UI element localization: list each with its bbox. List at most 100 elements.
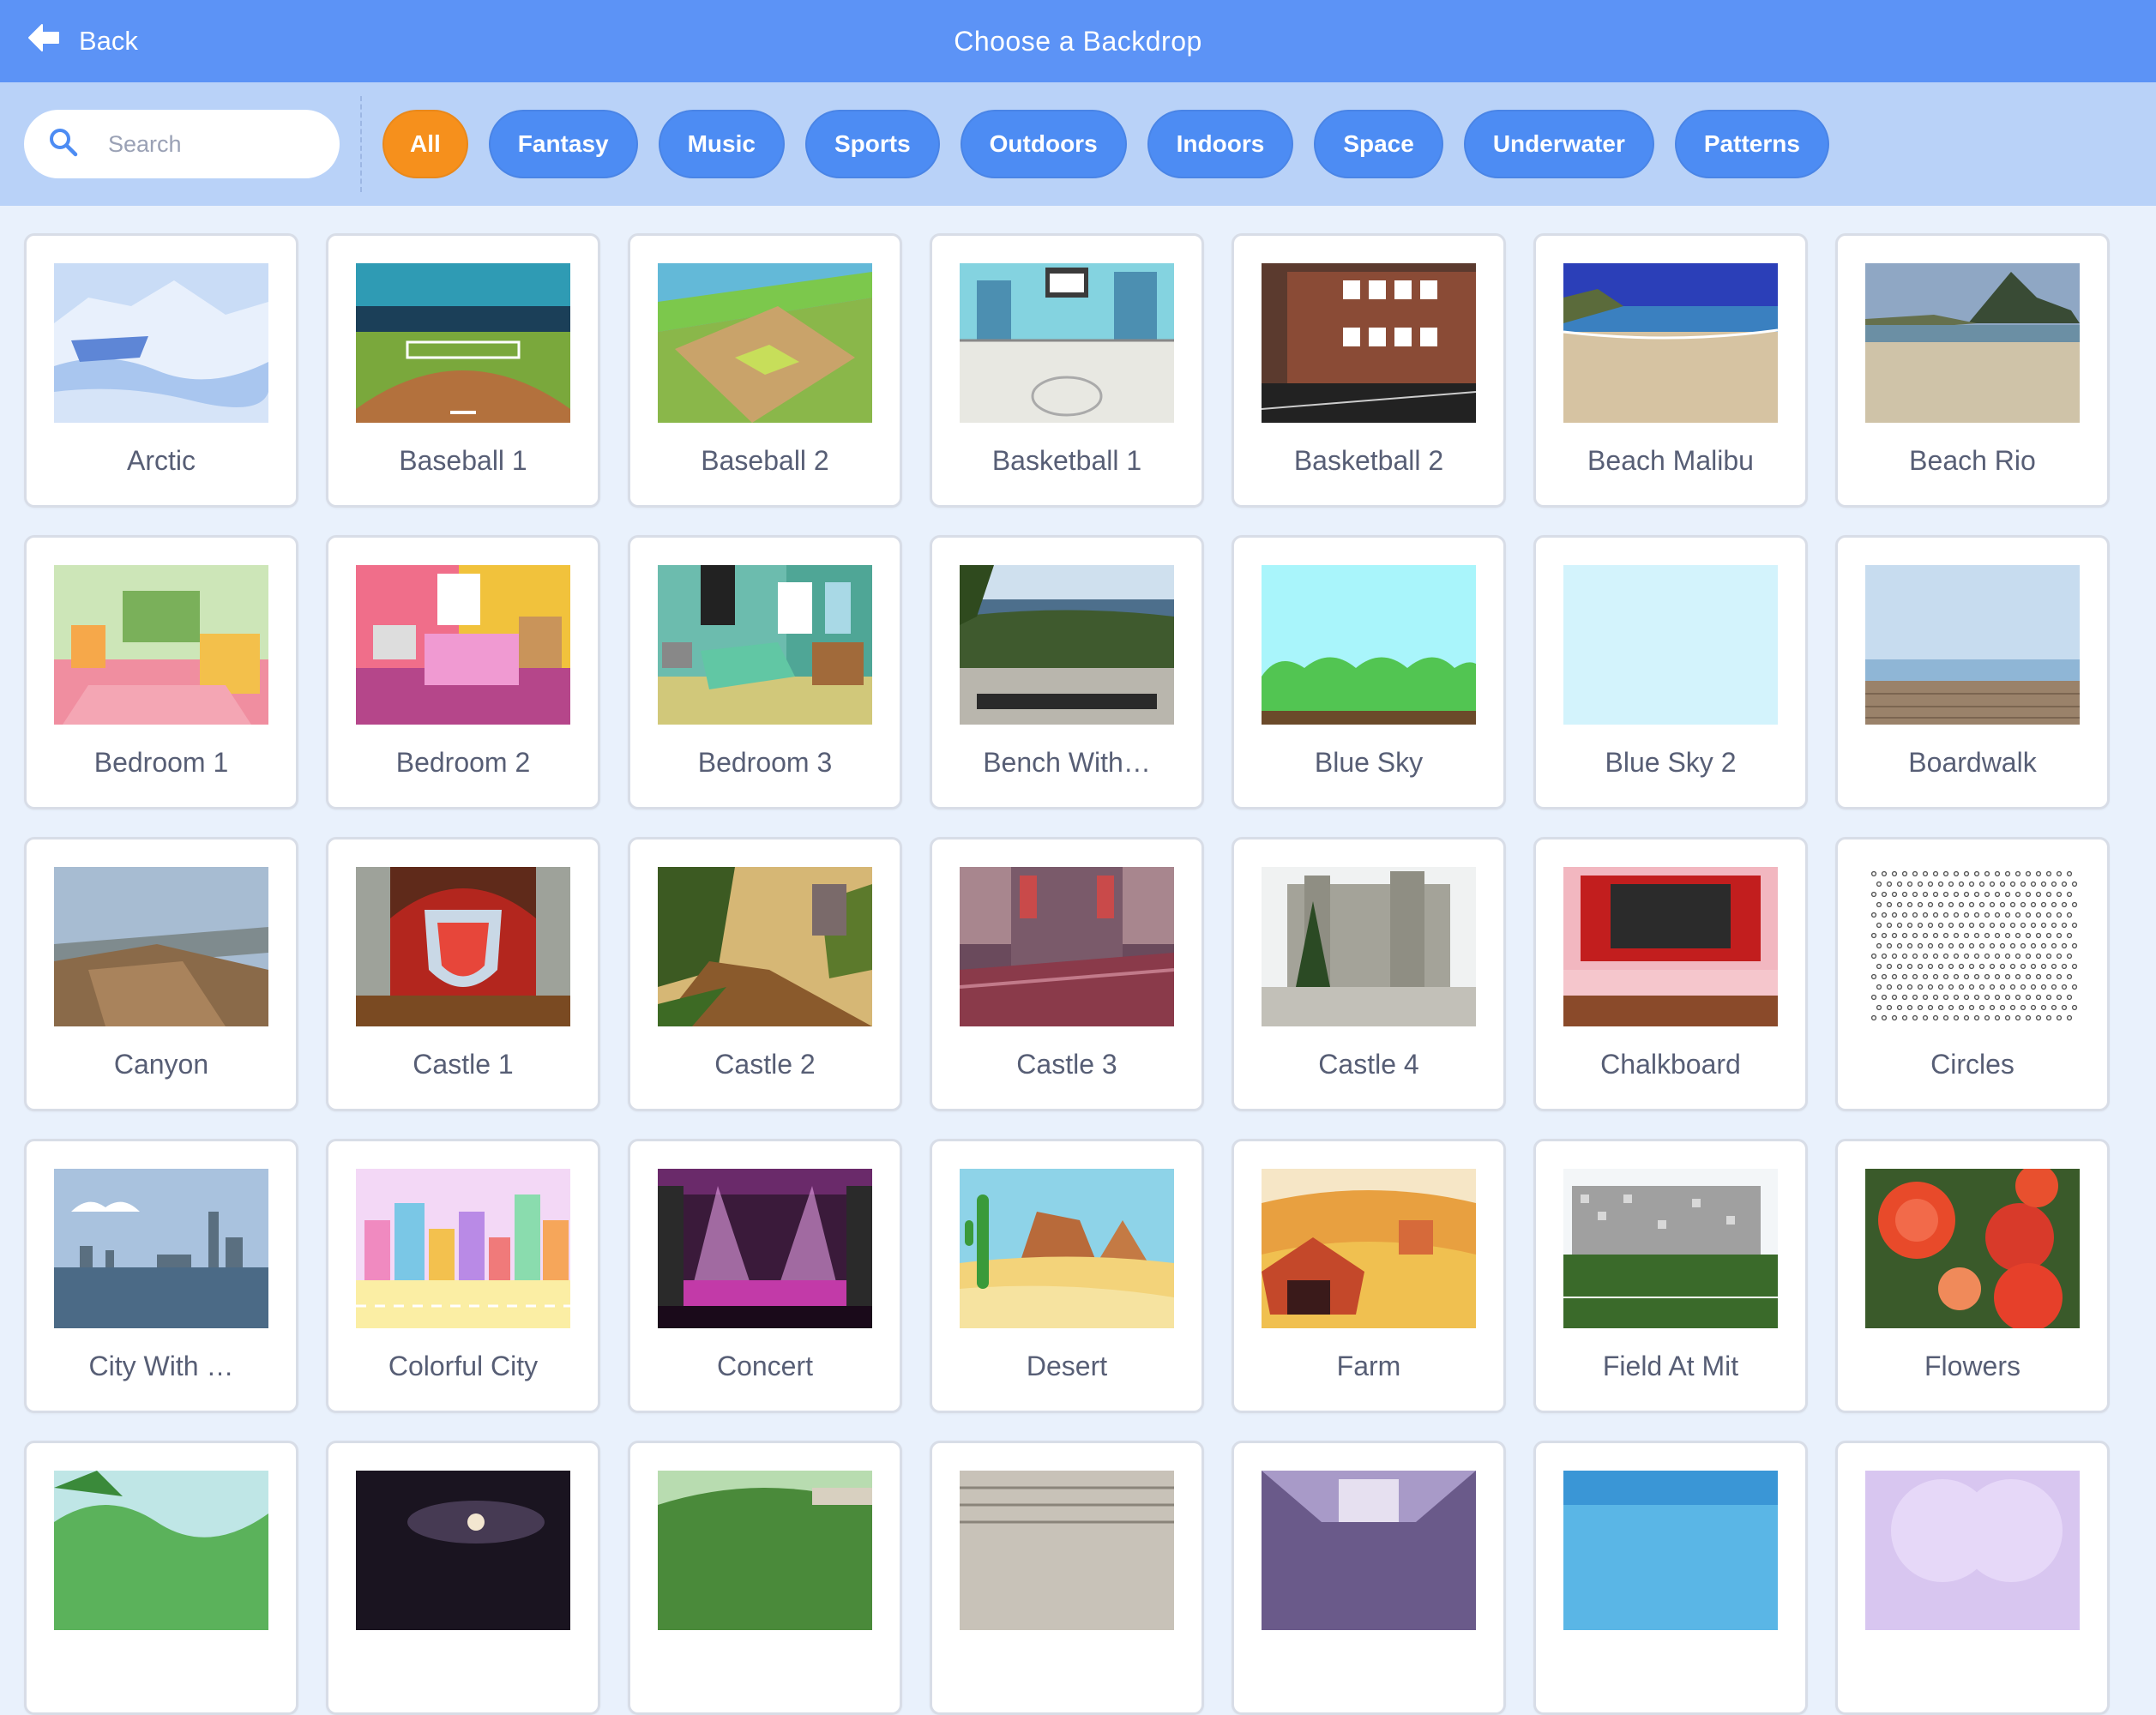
backdrop-card[interactable]: Blue Sky 2: [1533, 535, 1808, 809]
backdrop-name: Concert: [716, 1350, 814, 1381]
backdrop-card[interactable]: Chalkboard: [1533, 837, 1808, 1111]
backdrop-card[interactable]: City With …: [24, 1139, 298, 1413]
page-title: Choose a Backdrop: [954, 25, 1202, 57]
backdrop-name: Boardwalk: [1908, 746, 2037, 778]
search-box[interactable]: [24, 110, 340, 178]
backdrop-card[interactable]: Bedroom 1: [24, 535, 298, 809]
backdrop-thumbnail: [356, 565, 570, 725]
backdrop-name: Castle 3: [1016, 1048, 1117, 1080]
backdrop-card[interactable]: Basketball 1: [930, 233, 1204, 508]
backdrop-thumbnail: [1262, 263, 1476, 423]
backdrop-thumbnail: [1563, 1471, 1778, 1630]
backdrop-thumbnail: [1563, 867, 1778, 1026]
tag-list: All Fantasy Music Sports Outdoors Indoors Spac…: [382, 110, 1829, 178]
backdrop-card[interactable]: [1835, 1441, 2110, 1715]
backdrop-thumbnail: [54, 263, 268, 423]
backdrop-name: Bench With…: [983, 746, 1151, 778]
backdrop-card[interactable]: Colorful City: [326, 1139, 600, 1413]
backdrop-card[interactable]: Castle 1: [326, 837, 600, 1111]
backdrop-card[interactable]: Desert: [930, 1139, 1204, 1413]
backdrop-card[interactable]: Beach Rio: [1835, 233, 2110, 508]
backdrop-name: [630, 1642, 900, 1694]
tag-patterns[interactable]: Patterns: [1674, 110, 1829, 178]
backdrop-name: Flowers: [1924, 1350, 2020, 1381]
backdrop-card[interactable]: [930, 1441, 1204, 1715]
backdrop-name: Baseball 1: [399, 444, 527, 476]
tag-underwater[interactable]: Underwater: [1463, 110, 1654, 178]
backdrop-name: Bedroom 2: [395, 746, 531, 778]
backdrop-card[interactable]: [1232, 1441, 1506, 1715]
backdrop-thumbnail: [356, 1169, 570, 1328]
backdrop-name: Beach Malibu: [1587, 444, 1754, 476]
backdrop-card[interactable]: [1533, 1441, 1808, 1715]
backdrop-thumbnail: [1262, 1471, 1476, 1630]
backdrop-card[interactable]: Canyon: [24, 837, 298, 1111]
tag-all[interactable]: All: [382, 110, 468, 178]
tag-space[interactable]: Space: [1314, 110, 1443, 178]
backdrop-name: [1234, 1642, 1503, 1694]
backdrop-name: Circles: [1930, 1048, 2014, 1080]
backdrop-thumbnail: [1563, 565, 1778, 725]
backdrop-card[interactable]: Bedroom 2: [326, 535, 600, 809]
backdrop-card[interactable]: Beach Malibu: [1533, 233, 1808, 508]
backdrop-card[interactable]: Field At Mit: [1533, 1139, 1808, 1413]
backdrop-name: Colorful City: [388, 1350, 539, 1381]
backdrop-name: Bedroom 3: [697, 746, 833, 778]
backdrop-name: Basketball 2: [1293, 444, 1444, 476]
backdrop-thumbnail: [356, 263, 570, 423]
backdrop-card[interactable]: Castle 2: [628, 837, 902, 1111]
backdrop-card[interactable]: Circles: [1835, 837, 2110, 1111]
backdrop-name: Desert: [1026, 1350, 1108, 1381]
tag-sports[interactable]: Sports: [804, 110, 940, 178]
backdrop-name: Basketball 1: [991, 444, 1142, 476]
tag-music[interactable]: Music: [658, 110, 785, 178]
search-input[interactable]: [106, 129, 316, 159]
backdrop-name: Beach Rio: [1909, 444, 2036, 476]
backdrop-card[interactable]: Blue Sky: [1232, 535, 1506, 809]
tag-fantasy[interactable]: Fantasy: [488, 110, 638, 178]
backdrop-thumbnail: [356, 867, 570, 1026]
backdrop-thumbnail: [356, 1471, 570, 1630]
backdrop-card[interactable]: Boardwalk: [1835, 535, 2110, 809]
backdrop-thumbnail: [54, 867, 268, 1026]
backdrop-card[interactable]: Baseball 1: [326, 233, 600, 508]
backdrop-name: Castle 2: [714, 1048, 816, 1080]
backdrop-card[interactable]: Concert: [628, 1139, 902, 1413]
backdrop-thumbnail: [960, 1471, 1174, 1630]
backdrop-name: Farm: [1336, 1350, 1401, 1381]
backdrop-card[interactable]: Farm: [1232, 1139, 1506, 1413]
backdrop-card[interactable]: Arctic: [24, 233, 298, 508]
backdrop-card[interactable]: Castle 3: [930, 837, 1204, 1111]
backdrop-name: Chalkboard: [1600, 1048, 1741, 1080]
backdrop-name: [1838, 1642, 2107, 1694]
backdrop-thumbnail: [1262, 867, 1476, 1026]
backdrop-thumbnail: [960, 867, 1174, 1026]
backdrop-card[interactable]: [24, 1441, 298, 1715]
filter-bar: All Fantasy Music Sports Outdoors Indoors Spac…: [0, 82, 2156, 206]
backdrop-thumbnail: [1865, 867, 2080, 1026]
backdrop-thumbnail: [960, 565, 1174, 725]
backdrop-name: Bedroom 1: [93, 746, 229, 778]
backdrop-card[interactable]: Baseball 2: [628, 233, 902, 508]
backdrop-card[interactable]: [628, 1441, 902, 1715]
backdrop-name: [328, 1642, 598, 1694]
backdrop-name: Canyon: [113, 1048, 209, 1080]
backdrop-name: Baseball 2: [701, 444, 829, 476]
backdrop-card[interactable]: Bedroom 3: [628, 535, 902, 809]
top-bar: Back Choose a Backdrop: [0, 0, 2156, 82]
backdrop-thumbnail: [1865, 1471, 2080, 1630]
backdrop-card[interactable]: Flowers: [1835, 1139, 2110, 1413]
tag-outdoors[interactable]: Outdoors: [960, 110, 1127, 178]
tag-indoors[interactable]: Indoors: [1147, 110, 1294, 178]
backdrop-card[interactable]: Castle 4: [1232, 837, 1506, 1111]
backdrop-card[interactable]: Bench With…: [930, 535, 1204, 809]
backdrop-thumbnail: [1865, 263, 2080, 423]
backdrop-thumbnail: [1262, 565, 1476, 725]
backdrop-name: [27, 1642, 296, 1694]
backdrop-thumbnail: [658, 263, 872, 423]
backdrop-card[interactable]: Basketball 2: [1232, 233, 1506, 508]
backdrop-name: Field At Mit: [1602, 1350, 1739, 1381]
backdrop-thumbnail: [658, 1471, 872, 1630]
backdrop-name: City With …: [88, 1350, 234, 1381]
backdrop-card[interactable]: [326, 1441, 600, 1715]
